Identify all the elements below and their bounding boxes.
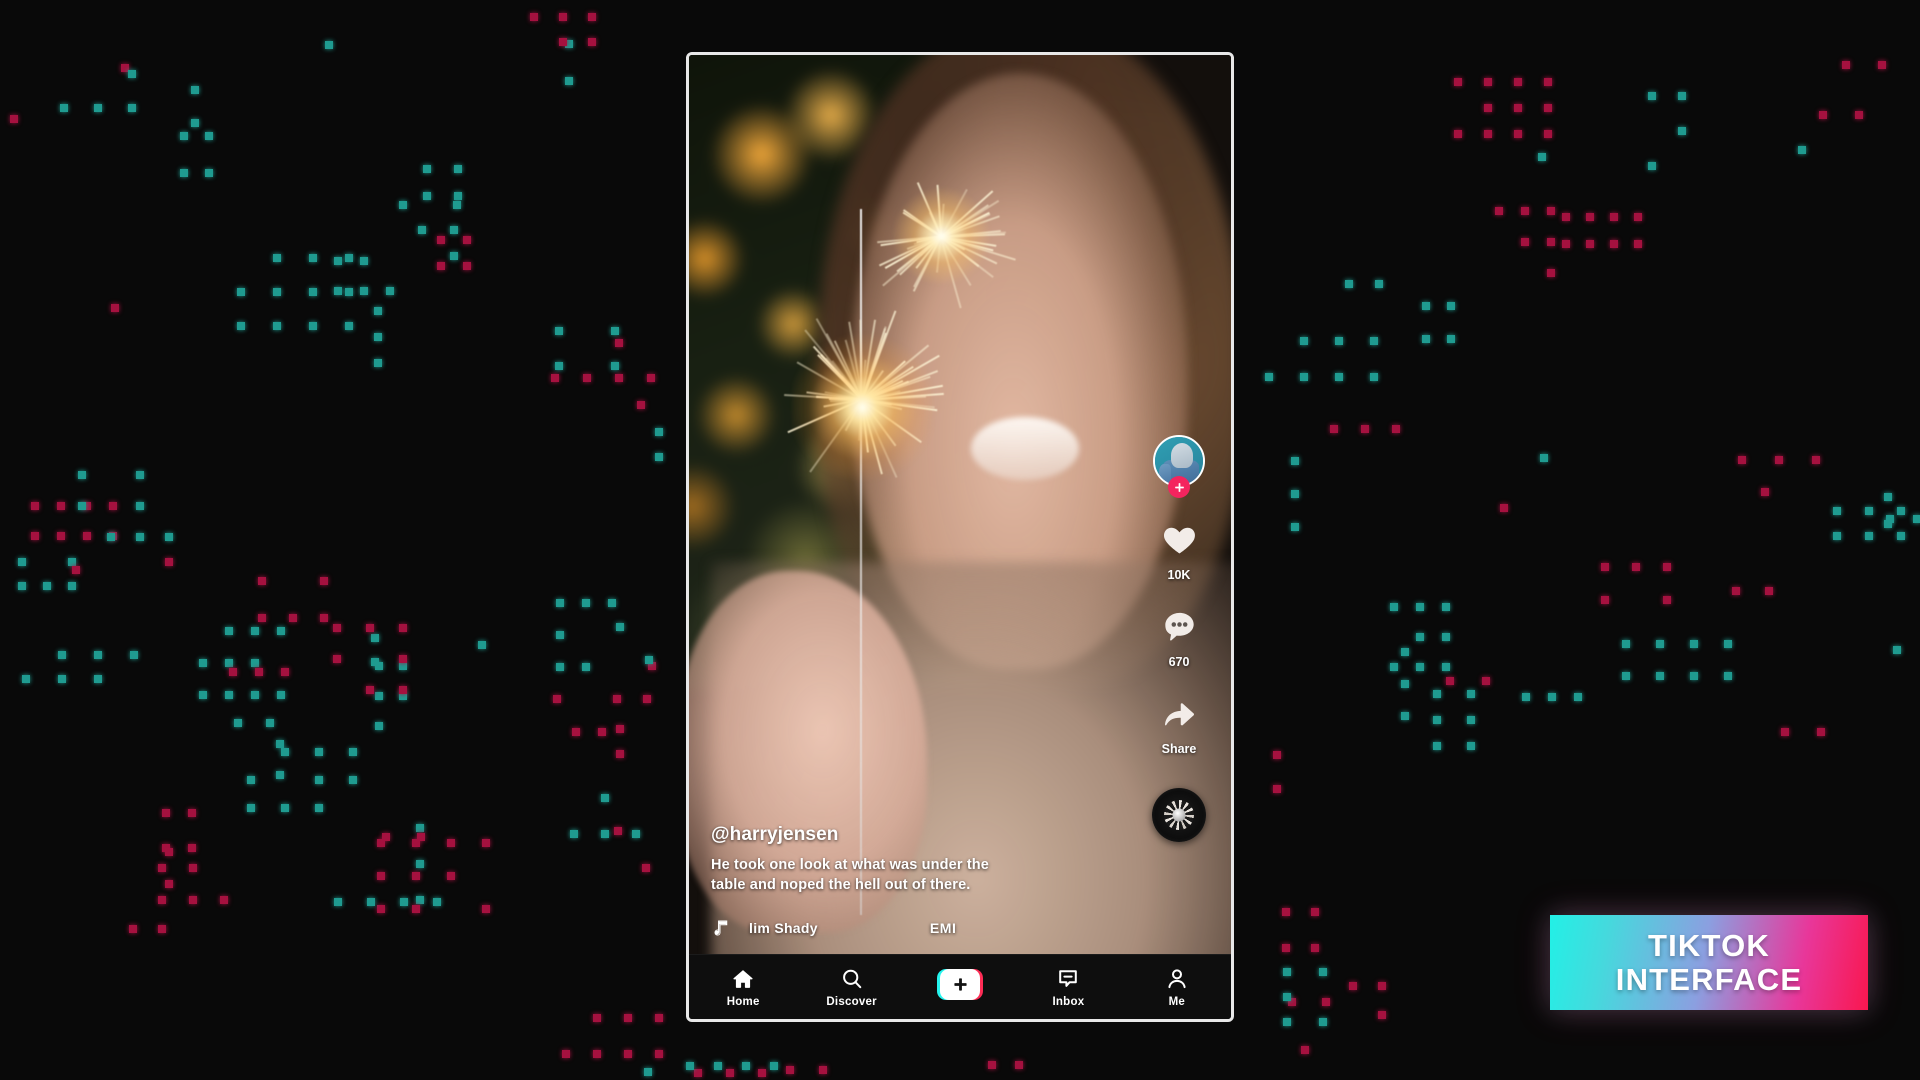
music-row[interactable]: lim Shady EMI	[711, 918, 1141, 938]
nav-item-create[interactable]	[906, 969, 1014, 1005]
avatar-with-follow[interactable]	[1153, 435, 1205, 498]
tiktok-interface-badge: TIKTOK INTERFACE	[1550, 915, 1868, 1010]
nav-item-home[interactable]: Home	[689, 967, 797, 1008]
share-arrow-icon	[1161, 695, 1198, 737]
create-button[interactable]	[937, 969, 984, 1000]
badge-line-2: INTERFACE	[1615, 961, 1803, 997]
comment-button[interactable]: 670	[1161, 608, 1198, 669]
bottom-navigation: Home Discover Inbox Me	[689, 954, 1231, 1019]
home-icon	[731, 967, 755, 991]
nav-item-discover[interactable]: Discover	[797, 967, 905, 1008]
screen: @harryjensen He took one look at what wa…	[0, 0, 1920, 1080]
nav-item-me[interactable]: Me	[1123, 967, 1231, 1008]
nav-label-inbox: Inbox	[1052, 995, 1085, 1008]
share-button[interactable]: Share	[1161, 695, 1198, 756]
heart-icon	[1161, 521, 1198, 563]
music-note-icon	[711, 918, 731, 938]
follow-plus-icon[interactable]	[1168, 476, 1190, 498]
post-username[interactable]: @harryjensen	[711, 824, 1011, 846]
action-rail: 10K 670 Share	[1141, 435, 1217, 842]
comment-count: 670	[1168, 655, 1190, 669]
like-button[interactable]: 10K	[1161, 521, 1198, 582]
post-caption-block: @harryjensen He took one look at what wa…	[711, 824, 1011, 896]
nav-label-me: Me	[1168, 995, 1186, 1008]
plus-icon	[940, 969, 981, 1000]
phone-frame: @harryjensen He took one look at what wa…	[686, 52, 1234, 1022]
post-caption: He took one look at what was under the t…	[711, 856, 990, 894]
music-title: lim Shady	[749, 920, 818, 936]
like-count: 10K	[1167, 568, 1191, 582]
nav-item-inbox[interactable]: Inbox	[1014, 967, 1122, 1008]
video-player[interactable]: @harryjensen He took one look at what wa…	[689, 55, 1231, 960]
nav-label-discover: Discover	[826, 995, 877, 1008]
nav-label-home: Home	[726, 995, 760, 1008]
badge-line-1: TIKTOK	[1647, 928, 1770, 964]
comment-icon	[1161, 608, 1198, 650]
search-icon	[840, 967, 864, 991]
music-label: EMI	[929, 920, 957, 936]
person-icon	[1165, 967, 1189, 991]
inbox-icon	[1056, 967, 1080, 991]
vinyl-record-icon[interactable]	[1152, 788, 1206, 842]
share-label: Share	[1161, 742, 1197, 756]
